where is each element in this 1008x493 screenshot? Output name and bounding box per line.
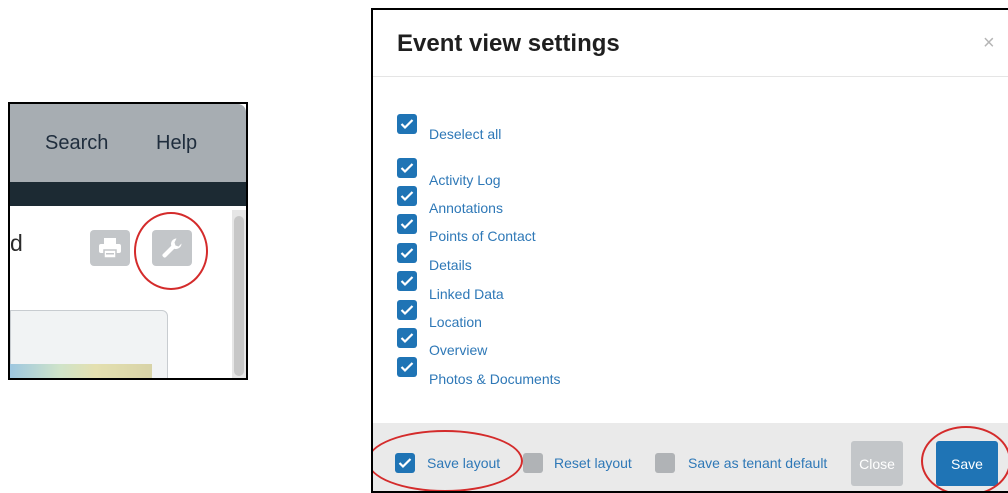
nav-search[interactable]: Search — [45, 132, 108, 155]
checkbox-overview[interactable] — [397, 328, 417, 348]
label-photos-documents[interactable]: Photos & Documents — [429, 371, 561, 387]
partial-heading-text: d — [10, 230, 23, 256]
map-thumbnail — [10, 364, 152, 378]
checkmark-icon — [400, 362, 414, 373]
print-button[interactable] — [90, 230, 130, 266]
label-annotations[interactable]: Annotations — [429, 200, 503, 216]
annotation-circle-save-layout — [373, 430, 523, 491]
annotation-circle-settings — [134, 212, 208, 290]
checkbox-annotations[interactable] — [397, 186, 417, 206]
scrollbar-thumb[interactable] — [234, 216, 244, 376]
checkbox-linked-data[interactable] — [397, 271, 417, 291]
checkmark-icon — [400, 163, 414, 174]
modal-header: Event view settings × — [373, 10, 1008, 77]
reset-layout-checkbox[interactable] — [523, 453, 543, 473]
checkmark-icon — [400, 305, 414, 316]
nav-edge — [246, 104, 248, 206]
checkbox-location[interactable] — [397, 300, 417, 320]
top-nav-bar: Search Help — [10, 104, 246, 182]
save-tenant-default-checkbox[interactable] — [655, 453, 675, 473]
scrollbar[interactable] — [232, 210, 246, 378]
reset-layout-label[interactable]: Reset layout — [554, 455, 632, 471]
modal-title: Event view settings — [397, 30, 620, 57]
checkbox-points-of-contact[interactable] — [397, 214, 417, 234]
cropped-screenshot: Search Help d — [8, 102, 248, 380]
label-overview[interactable]: Overview — [429, 342, 487, 358]
deselect-all-label[interactable]: Deselect all — [429, 126, 501, 142]
checkbox-activity-log[interactable] — [397, 158, 417, 178]
nav-help[interactable]: Help — [156, 132, 197, 155]
annotation-circle-save-button — [921, 426, 1008, 491]
checkmark-icon — [400, 248, 414, 259]
deselect-all-checkbox[interactable] — [397, 114, 417, 134]
print-icon — [99, 238, 121, 259]
label-details[interactable]: Details — [429, 257, 472, 273]
label-points-of-contact[interactable]: Points of Contact — [429, 228, 536, 244]
label-activity-log[interactable]: Activity Log — [429, 172, 501, 188]
checkmark-icon — [400, 219, 414, 230]
checkbox-photos-documents[interactable] — [397, 357, 417, 377]
checkmark-icon — [400, 276, 414, 287]
label-location[interactable]: Location — [429, 314, 482, 330]
checkmark-icon — [400, 333, 414, 344]
close-icon[interactable]: × — [983, 32, 995, 55]
checkmark-icon — [400, 119, 414, 130]
event-view-settings-modal: Event view settings × Deselect all Activ… — [371, 8, 1008, 493]
dark-bar — [10, 182, 246, 206]
checkbox-details[interactable] — [397, 243, 417, 263]
checkmark-icon — [400, 191, 414, 202]
save-tenant-default-label[interactable]: Save as tenant default — [688, 455, 827, 471]
label-linked-data[interactable]: Linked Data — [429, 286, 504, 302]
close-button[interactable]: Close — [851, 441, 903, 486]
